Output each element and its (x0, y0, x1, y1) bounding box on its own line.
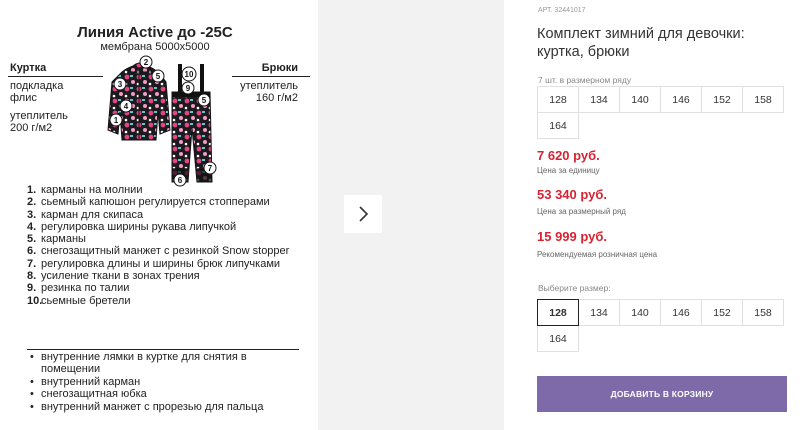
list-item: 6. снегозащитный манжет с резинкой Snow s… (27, 245, 302, 257)
size-selector: 128 134 140 146 152 158 164 (537, 299, 784, 352)
size-row-cell: 134 (578, 86, 620, 113)
price-retail: 15 999 руб. (537, 229, 608, 244)
size-row-cell: 128 (537, 86, 579, 113)
callout-number: 3 (118, 80, 123, 89)
list-item: 4. регулировка ширины рукава липучкой (27, 221, 302, 233)
price-size-row: 53 340 руб. (537, 187, 608, 202)
size-option[interactable]: 134 (578, 299, 620, 326)
callout-number: 9 (186, 84, 191, 93)
choose-size-label: Выберите размер: (538, 283, 611, 293)
feature-text: регулировка ширины рукава липучкой (41, 220, 237, 233)
next-image-button[interactable] (344, 195, 382, 233)
divider (27, 349, 299, 350)
add-to-cart-button[interactable]: ДОБАВИТЬ В КОРЗИНУ (537, 376, 787, 412)
callout-number: 5 (202, 96, 207, 105)
list-item: 1. карманы на молнии (27, 184, 302, 196)
size-row-cell: 164 (537, 112, 579, 139)
feature-text: сьемный капюшон регулируется стопперами (41, 196, 270, 209)
feature-text: сьемные бретели (41, 294, 131, 307)
callout-number: 1 (114, 116, 119, 125)
feature-number: 8. (27, 270, 37, 283)
pants-spec: утеплитель (240, 80, 298, 92)
jacket-spec: утеплитель (10, 110, 68, 122)
feature-number: 5. (27, 233, 37, 246)
feature-text: карманы на молнии (41, 184, 143, 196)
size-row-cell: 146 (660, 86, 702, 113)
article-number: АРТ. 32441017 (538, 7, 586, 14)
price-unit: 7 620 руб. (537, 148, 600, 163)
feature-number: 6. (27, 245, 37, 258)
size-option[interactable]: 152 (701, 299, 743, 326)
size-option-selected[interactable]: 128 (537, 299, 579, 326)
feature-number: 2. (27, 196, 37, 209)
feature-text: карманы (41, 233, 86, 246)
jacket-spec: флис (10, 92, 37, 104)
article-label: АРТ. (538, 7, 553, 14)
features-list: 1. карманы на молнии 2. сьемный капюшон ре… (27, 184, 302, 307)
callout-number: 2 (144, 58, 149, 67)
list-item: внутренний манжет с прорезью для пальца (27, 401, 302, 414)
jacket-heading: Куртка (10, 62, 47, 74)
size-option[interactable]: 164 (537, 325, 579, 352)
feature-number: 4. (27, 220, 37, 233)
jacket-and-pants-picture: 2 3 4 1 5 10 9 5 7 6 (107, 55, 217, 187)
feature-number: 3. (27, 208, 37, 221)
garment-illustration: 2 3 4 1 5 10 9 5 7 6 (100, 50, 230, 190)
feature-text: снегозащитный манжет с резинкой Snow sto… (41, 245, 290, 258)
pants-spec: 160 г/м2 (255, 92, 298, 104)
list-item: 8. усиление ткани в зонах трения (27, 270, 302, 282)
list-item: 9. резинка по талии (27, 282, 302, 294)
list-item: 7. регулировка длины и ширины брюк липучк… (27, 258, 302, 270)
size-option[interactable]: 146 (660, 299, 702, 326)
size-option[interactable]: 158 (742, 299, 784, 326)
list-item: 10. сьемные бретели (27, 295, 302, 307)
price-retail-label: Рекомендуемая розничная цена (537, 250, 658, 259)
callout-number: 4 (124, 102, 129, 111)
feature-text: карман для скипаса (41, 208, 144, 221)
callout-number: 10 (185, 70, 194, 79)
pants-heading: Брюки (261, 62, 298, 74)
divider (8, 76, 103, 77)
feature-text: резинка по талии (41, 282, 130, 295)
size-row-label: 7 шт. в размерном ряду (538, 75, 632, 85)
list-item: 3. карман для скипаса (27, 209, 302, 221)
callout-number: 5 (156, 72, 161, 81)
jacket-spec: подкладка (10, 80, 64, 92)
feature-text: усиление ткани в зонах трения (41, 270, 200, 283)
feature-number: 10. (27, 294, 43, 307)
image-title: Линия Active до -25С (77, 24, 233, 41)
list-item: 5. карманы (27, 233, 302, 245)
feature-number: 7. (27, 257, 37, 270)
list-item: внутренний карман (27, 376, 302, 389)
list-item: внутренние лямки в куртке для снятия в п… (27, 351, 302, 376)
list-item: снегозащитная юбка (27, 388, 302, 401)
size-row-grid: 128 134 140 146 152 158 164 (537, 86, 784, 139)
callout-number: 7 (208, 164, 213, 173)
product-title: Комплект зимний для девочки: куртка, брю… (537, 26, 745, 60)
list-item: 2. сьемный капюшон регулируется стопперам… (27, 196, 302, 208)
extras-list: внутренние лямки в куртке для снятия в п… (27, 351, 302, 413)
article-value: 32441017 (554, 7, 586, 14)
feature-number: 9. (27, 282, 37, 295)
size-row-cell: 140 (619, 86, 661, 113)
price-size-row-label: Цена за размерный ряд (537, 207, 626, 216)
product-image: Линия Active до -25С мембрана 5000х5000 … (0, 0, 310, 430)
size-row-cell: 158 (742, 86, 784, 113)
price-unit-label: Цена за единицу (537, 166, 600, 175)
feature-number: 1. (27, 184, 37, 196)
chevron-right-icon (359, 206, 369, 222)
size-option[interactable]: 140 (619, 299, 661, 326)
divider (232, 76, 310, 77)
jacket-spec: 200 г/м2 (10, 122, 53, 134)
feature-text: регулировка длины и ширины брюк липучкам… (41, 257, 281, 270)
size-row-cell: 152 (701, 86, 743, 113)
